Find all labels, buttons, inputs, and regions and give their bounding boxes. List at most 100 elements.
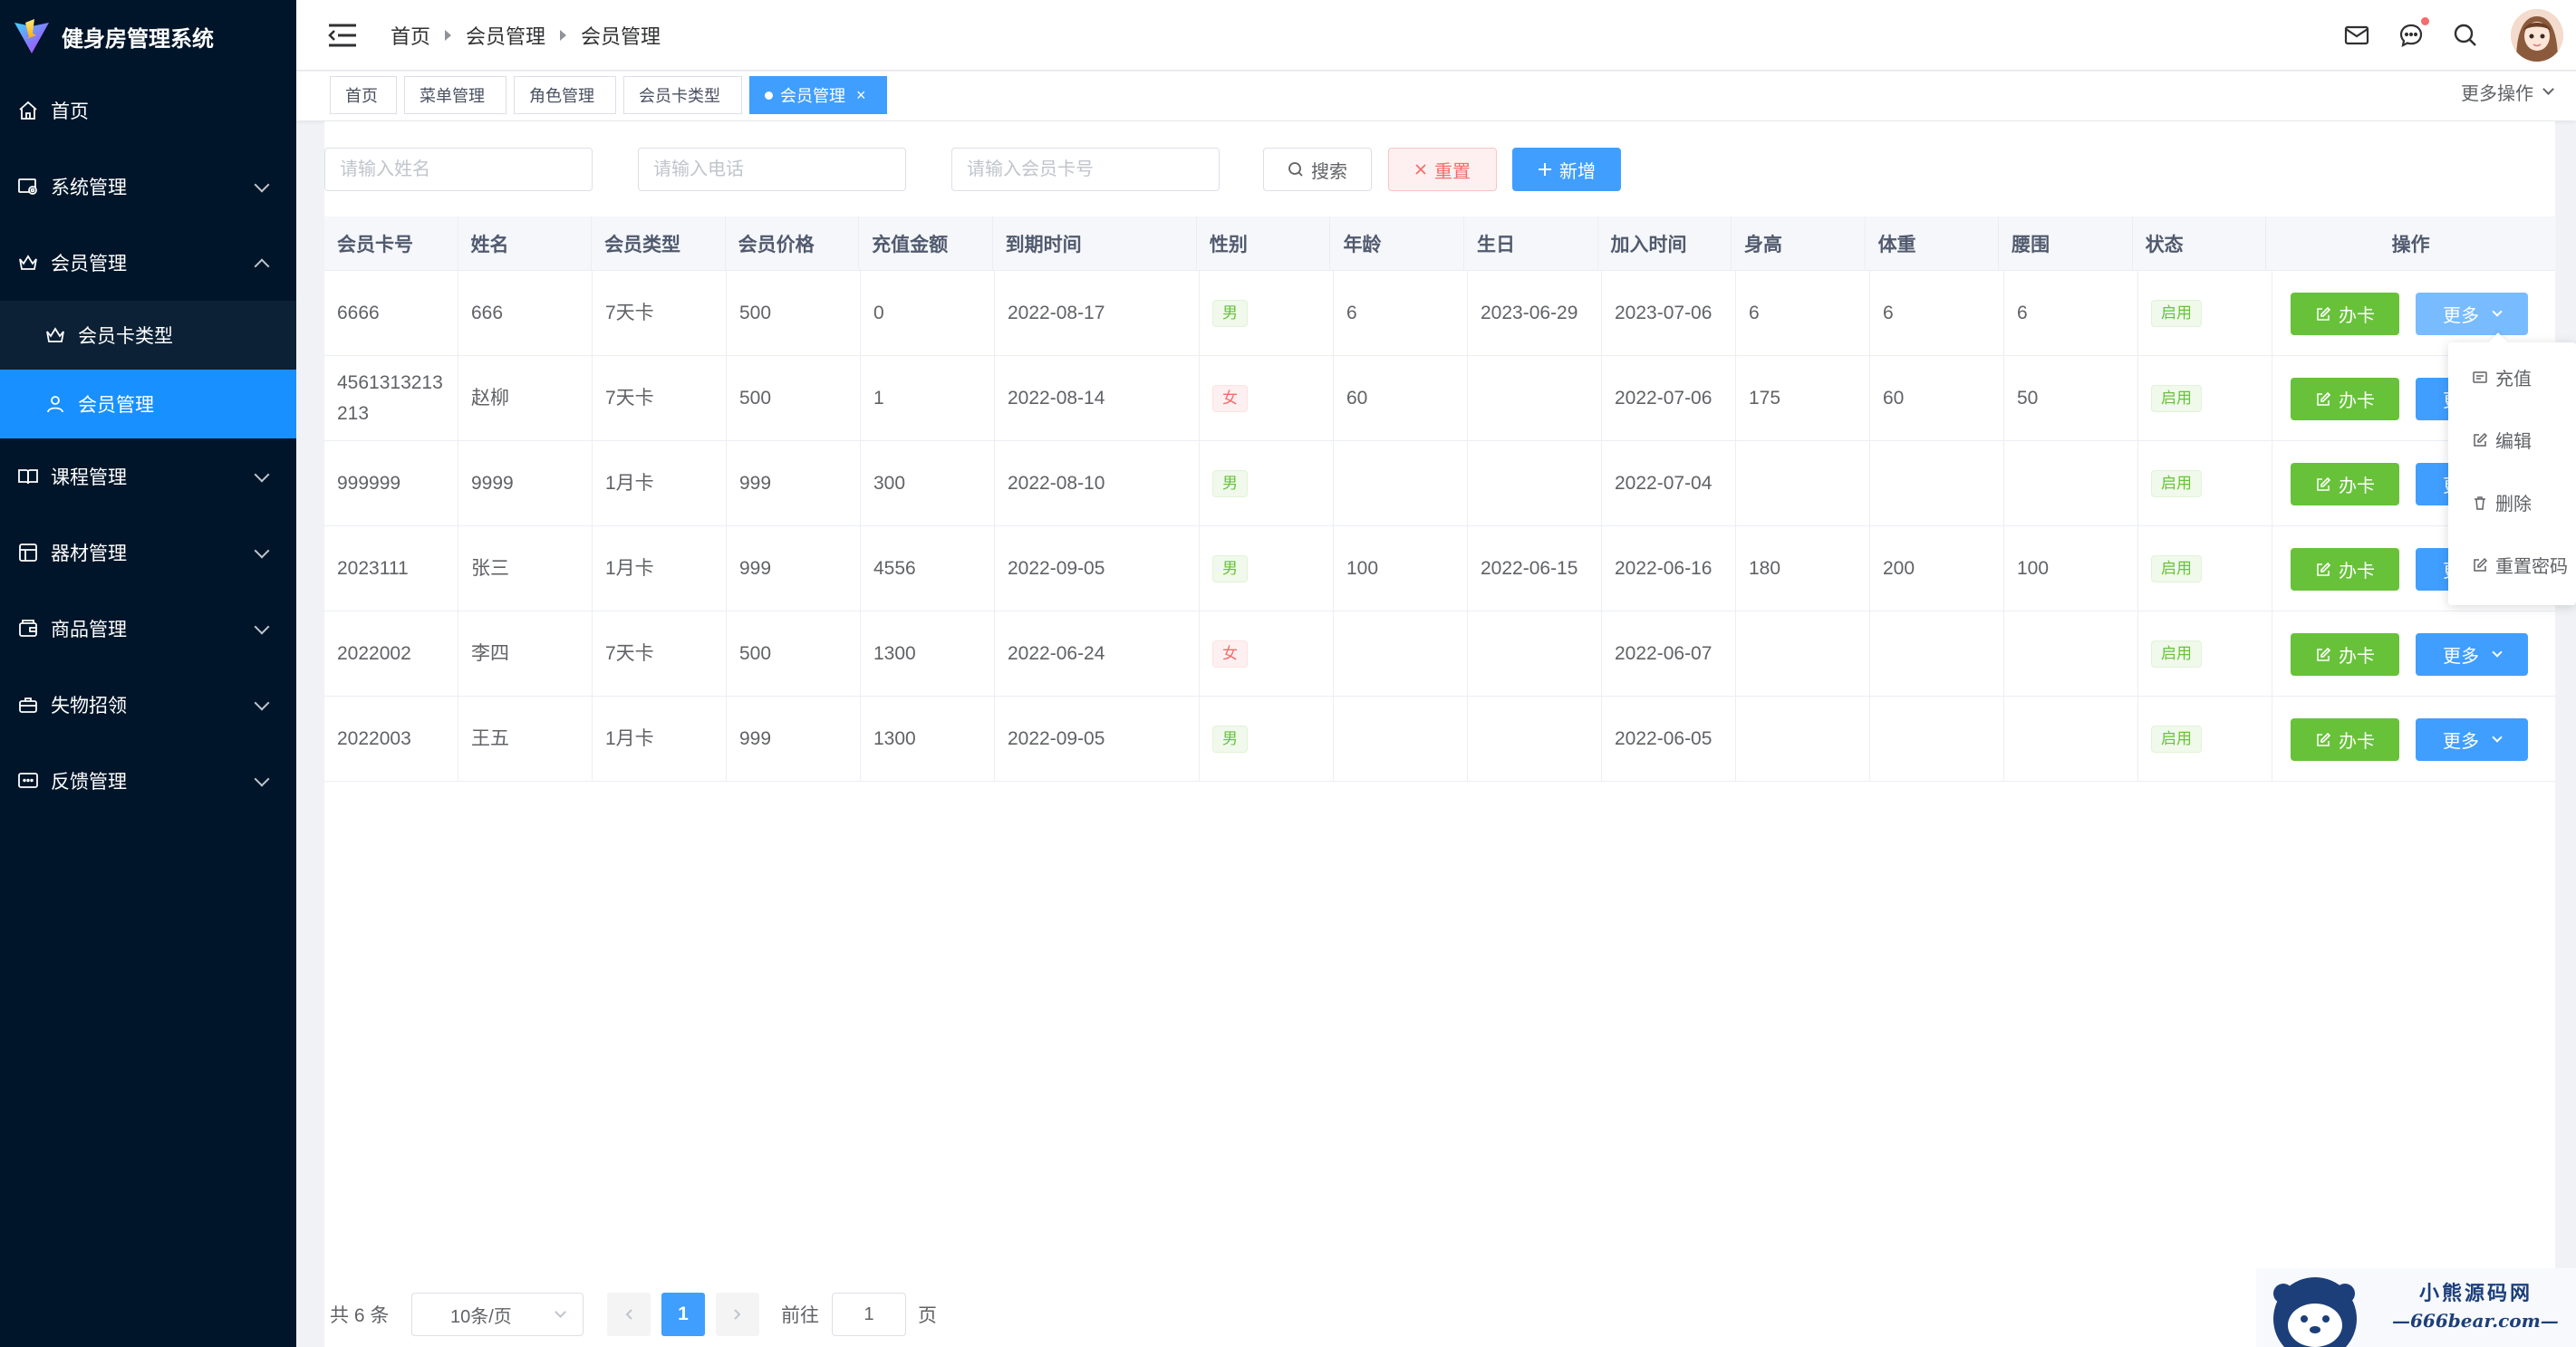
chat-icon[interactable] [2397, 17, 2429, 50]
dropdown-item-delete[interactable]: 删除 [2472, 489, 2532, 515]
gender-tag: 女 [1212, 384, 1248, 412]
table-cell: 2022-06-24 [995, 611, 1200, 696]
sidebar-item-system[interactable]: 系统管理 [0, 149, 296, 225]
page-size-select[interactable]: 10条/页 [411, 1293, 584, 1336]
tab-home[interactable]: 首页 [330, 76, 397, 114]
card-number-search-input[interactable] [951, 148, 1220, 191]
name-search-input[interactable] [324, 148, 593, 191]
table-cell: 女 [1200, 611, 1334, 696]
issue-card-button[interactable]: 办卡 [2291, 548, 2399, 591]
watermark-url: —666bear.com— [2392, 1310, 2559, 1332]
goto-page-input[interactable] [832, 1293, 906, 1336]
mail-icon[interactable] [2342, 21, 2371, 50]
table-cell: 6 [2004, 271, 2138, 355]
home-icon [16, 99, 40, 122]
members-submenu: 会员卡类型 会员管理 [0, 301, 296, 438]
chevron-up-icon [254, 258, 270, 274]
collapse-menu-icon[interactable] [327, 23, 358, 48]
search-icon [1288, 161, 1304, 178]
sidebar-item-goods[interactable]: 商品管理 [0, 591, 296, 667]
message-icon [2472, 370, 2488, 386]
sidebar-item-equipment[interactable]: 器材管理 [0, 515, 296, 591]
dropdown-item-reset-password[interactable]: 重置密码 [2472, 552, 2568, 578]
chevron-down-icon [2542, 83, 2554, 95]
table-cell: 300 [861, 441, 995, 525]
sidebar-item-label: 商品管理 [51, 620, 127, 640]
tab-member-management[interactable]: 会员管理 × [749, 76, 887, 114]
chevron-down-icon [254, 695, 270, 711]
sidebar-item-home[interactable]: 首页 [0, 72, 296, 149]
crown-icon [43, 323, 67, 347]
issue-card-label: 办卡 [2339, 476, 2375, 496]
table-body: 6666 666 7天卡 500 0 2022-08-17 男 6 2023-06-29 2023… [324, 271, 2555, 782]
avatar[interactable] [2511, 9, 2563, 62]
more-operations-dropdown[interactable]: 更多操作 [2461, 79, 2554, 105]
breadcrumb-item[interactable]: 会员管理 [466, 21, 545, 50]
add-button[interactable]: 新增 [1512, 148, 1621, 191]
more-actions-button[interactable]: 更多 [2416, 293, 2528, 335]
column-header: 状态 [2133, 216, 2267, 270]
issue-card-button[interactable]: 办卡 [2291, 378, 2399, 420]
chevron-down-icon [254, 177, 270, 193]
logo[interactable]: 健身房管理系统 [0, 0, 296, 72]
tab-label: 菜单管理 [420, 87, 485, 105]
reset-button[interactable]: 重置 [1388, 148, 1497, 191]
search-button-label: 搜索 [1311, 161, 1347, 182]
search-button[interactable]: 搜索 [1263, 148, 1372, 191]
table-cell [1736, 611, 1870, 696]
table-cell: 999 [727, 441, 861, 525]
notification-dot [2421, 17, 2429, 25]
column-header: 操作 [2391, 234, 2430, 255]
table-cell [2004, 441, 2138, 525]
close-icon[interactable]: × [856, 86, 866, 105]
dropdown-item-recharge[interactable]: 充值 [2472, 364, 2532, 390]
chevron-down-icon [2492, 732, 2503, 743]
table-cell: 2022002 [324, 611, 458, 696]
chevron-down-icon [254, 543, 270, 559]
breadcrumb-separator-icon [445, 29, 452, 41]
breadcrumb-item[interactable]: 首页 [391, 21, 430, 50]
tab-role-management[interactable]: 角色管理 [514, 76, 616, 114]
user-icon [43, 392, 67, 416]
table-cell [2004, 697, 2138, 781]
tab-menu-management[interactable]: 菜单管理 [404, 76, 507, 114]
page-number-current[interactable]: 1 [661, 1293, 705, 1336]
more-actions-button[interactable]: 更多 [2416, 633, 2528, 676]
sidebar-item-label: 失物招领 [51, 696, 127, 717]
issue-card-button[interactable]: 办卡 [2291, 293, 2399, 335]
issue-card-button[interactable]: 办卡 [2291, 718, 2399, 761]
edit-icon [2317, 562, 2331, 576]
sidebar-item-members[interactable]: 会员管理 [0, 225, 296, 301]
issue-card-button[interactable]: 办卡 [2291, 633, 2399, 676]
table-cell: 启用 [2138, 356, 2272, 440]
sidebar-item-feedback[interactable]: 反馈管理 [0, 743, 296, 819]
tab-card-types[interactable]: 会员卡类型 [623, 76, 742, 114]
table-cell: 6 [1334, 271, 1468, 355]
dropdown-item-edit[interactable]: 编辑 [2472, 427, 2532, 453]
sidebar-item-label: 反馈管理 [51, 772, 127, 793]
table-cell: 500 [727, 271, 861, 355]
phone-search-input[interactable] [638, 148, 906, 191]
sidebar: 健身房管理系统 首页 系统管理 会员管理 会员卡类型 会员管理 课程管理 器材管… [0, 0, 296, 1347]
issue-card-button[interactable]: 办卡 [2291, 463, 2399, 505]
sidebar-item-label: 会员卡类型 [78, 326, 173, 347]
trash-icon [2472, 495, 2488, 511]
chevron-left-icon [625, 1309, 632, 1320]
members-table: 会员卡号 姓名 会员类型 会员价格 充值金额 到期时间 性别 年龄 生日 加入时间 身高 体重 腰围 状态… [324, 216, 2555, 782]
sidebar-item-courses[interactable]: 课程管理 [0, 438, 296, 515]
more-actions-button[interactable]: 更多 [2416, 718, 2528, 761]
table-cell [1468, 611, 1602, 696]
gender-tag: 男 [1212, 299, 1248, 327]
gender-tag: 男 [1212, 725, 1248, 753]
prev-page-button[interactable] [607, 1293, 651, 1336]
vite-logo-icon [14, 19, 49, 53]
row-actions: 办卡 更多 [2272, 697, 2555, 781]
search-icon[interactable] [2451, 21, 2480, 50]
status-badge: 启用 [2151, 469, 2202, 497]
table-cell: 王五 [458, 697, 593, 781]
next-page-button[interactable] [716, 1293, 759, 1336]
sidebar-item-card-types[interactable]: 会员卡类型 [0, 301, 296, 370]
issue-card-label: 办卡 [2339, 306, 2375, 326]
sidebar-item-member-management[interactable]: 会员管理 [0, 370, 296, 438]
sidebar-item-lost-found[interactable]: 失物招领 [0, 667, 296, 743]
